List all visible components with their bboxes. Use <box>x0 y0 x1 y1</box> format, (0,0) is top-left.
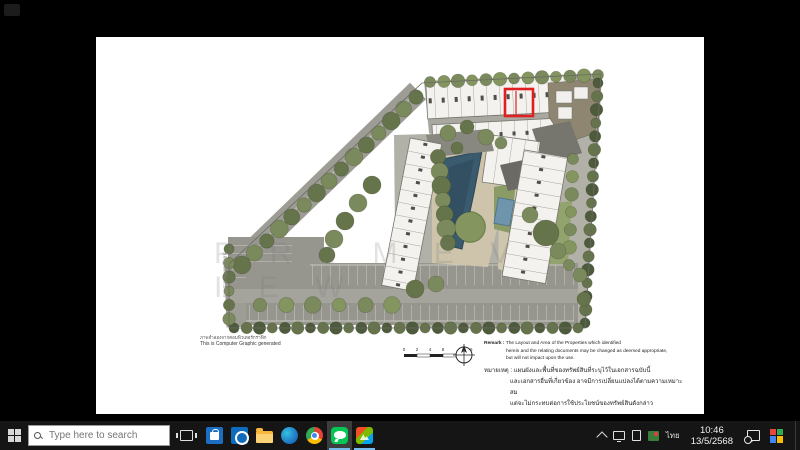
remark-block: Remark : The Layout and Area of the Prop… <box>484 340 684 410</box>
task-view-icon[interactable] <box>180 430 193 441</box>
remark-line-1: Remark : The Layout and Area of the Prop… <box>484 340 684 348</box>
start-button[interactable] <box>0 421 28 450</box>
remark-thai-line-1: หมายเหตุ : แผนผังและพื้นที่ของทรัพย์สินท… <box>484 366 684 377</box>
taskbar-item-line[interactable] <box>327 421 352 450</box>
taskbar-item-image-viewer[interactable] <box>352 421 377 450</box>
tray-time: 10:46 <box>691 425 733 436</box>
tray-expand-chevron-icon[interactable] <box>596 431 607 442</box>
line-app-icon <box>331 427 348 444</box>
remark-line-3: but will not impact upon the use. <box>506 355 684 363</box>
taskbar-item-outlook[interactable] <box>227 421 252 450</box>
notification-center-icon[interactable] <box>747 430 760 441</box>
remark-thai-line-2: และเอกสารอื่นที่เกี่ยวข้อง อาจมีการเปลี่… <box>510 377 684 399</box>
outlook-icon <box>231 427 248 444</box>
taskbar: ไทย 10:46 13/5/2568 <box>0 421 800 450</box>
screenshot-tool-icon[interactable] <box>648 431 659 441</box>
svg-text:2: 2 <box>416 347 419 352</box>
taskbar-item-edge[interactable] <box>277 421 302 450</box>
remark-line-2: herein and the relating documents may be… <box>506 348 684 356</box>
svg-text:4: 4 <box>429 347 432 352</box>
search-input[interactable] <box>47 429 157 442</box>
taskbar-clock[interactable]: 10:46 13/5/2568 <box>687 425 737 447</box>
language-indicator[interactable]: ไทย <box>666 429 680 442</box>
tray-date: 13/5/2568 <box>691 436 733 447</box>
svg-text:8: 8 <box>442 347 445 352</box>
remark-thai-line-3: แต่จะไม่กระทบต่อการใช้ประโยชน์ของทรัพย์ส… <box>510 399 684 410</box>
taskbar-item-file-explorer[interactable] <box>252 421 277 450</box>
windows-logo-icon <box>8 429 21 442</box>
cg-caption: ภาพจำลองจากคอมพิวเตอร์กราฟิก This is Com… <box>200 334 281 348</box>
cg-caption-thai: ภาพจำลองจากคอมพิวเตอร์กราฟิก <box>200 334 281 341</box>
image-viewer-icon <box>356 427 373 444</box>
desktop: 0 2 4 8 16 P R I M E V I E W ภาพจำลองจาก… <box>0 0 800 450</box>
store-icon <box>206 427 223 444</box>
system-tray: ไทย 10:46 13/5/2568 <box>598 421 800 450</box>
taskbar-search[interactable] <box>28 425 170 446</box>
taskbar-item-chrome[interactable] <box>302 421 327 450</box>
colorful-tray-icon[interactable] <box>770 429 784 443</box>
edge-icon <box>281 427 298 444</box>
chrome-icon <box>306 427 323 444</box>
folder-icon <box>256 431 273 443</box>
document-page[interactable]: 0 2 4 8 16 P R I M E V I E W ภาพจำลองจาก… <box>96 37 704 414</box>
taskbar-item-store[interactable] <box>202 421 227 450</box>
screen-corner-artifact <box>4 4 20 16</box>
display-icon[interactable] <box>613 431 625 440</box>
svg-text:0: 0 <box>403 347 406 352</box>
onedrive-icon[interactable] <box>632 430 641 441</box>
search-icon <box>34 432 42 440</box>
road-name-label: ถนนสาธารณประโยชน์ <box>222 208 229 298</box>
cg-caption-english: This is Computer Graphic generated <box>200 341 281 348</box>
show-desktop-button[interactable] <box>795 421 800 450</box>
